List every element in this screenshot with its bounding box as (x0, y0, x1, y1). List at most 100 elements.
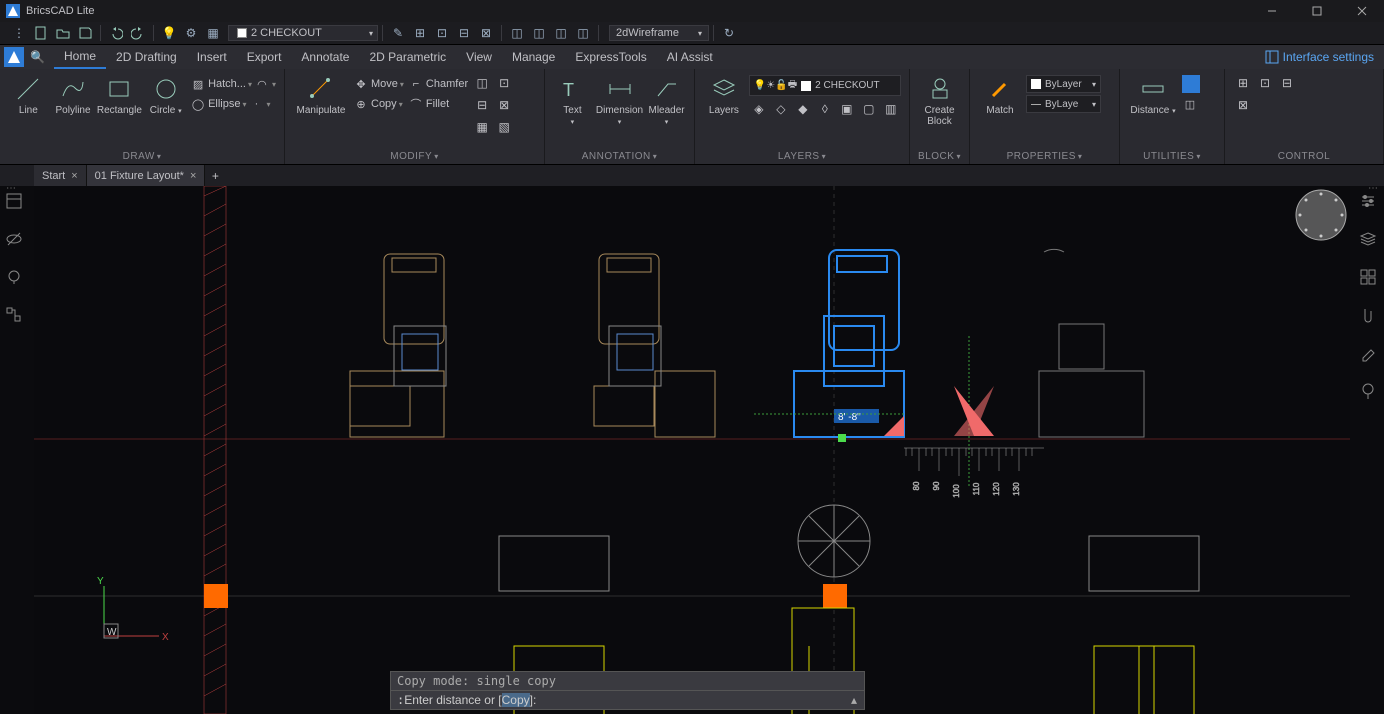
layer-tool-6[interactable]: ▢ (859, 100, 879, 118)
menu-home[interactable]: Home (54, 45, 106, 69)
window-minimize-button[interactable] (1249, 0, 1294, 22)
menu-2d-parametric[interactable]: 2D Parametric (359, 46, 456, 68)
linetype-dropdown[interactable]: ByLaye▾ (1026, 95, 1101, 113)
tab-fixture-layout[interactable]: 01 Fixture Layout*× (87, 165, 206, 186)
cube4-icon[interactable]: ◫ (574, 24, 592, 42)
layer-current-dropdown[interactable]: 💡 ☀ 🔓 🖶 2 CHECKOUT (749, 75, 901, 96)
rectangle-button[interactable]: Rectangle (97, 73, 141, 116)
search-icon[interactable]: 🔍 (30, 50, 54, 64)
match-button[interactable]: Match (978, 73, 1022, 116)
hatch-button[interactable]: ▨Hatch... ▾ ◠▾ (190, 75, 276, 93)
create-block-button[interactable]: Create Block (918, 73, 961, 127)
color-dropdown[interactable]: ByLayer▾ (1026, 75, 1101, 93)
close-icon[interactable]: × (71, 170, 77, 182)
interface-settings-button[interactable]: Interface settings (1265, 50, 1384, 64)
ctrl-1[interactable]: ⊞ (1233, 73, 1253, 93)
command-input[interactable]: :Enter distance or [Copy]: (391, 691, 844, 709)
layer-tool-4[interactable]: ◊ (815, 100, 835, 118)
tool4-icon[interactable]: ⊟ (455, 24, 473, 42)
mod-tool-6[interactable]: ▧ (494, 117, 514, 137)
redo-icon[interactable] (129, 24, 147, 42)
mod-tool-1[interactable]: ◫ (472, 73, 492, 93)
open-icon[interactable] (54, 24, 72, 42)
bulb-icon[interactable]: 💡 (160, 24, 178, 42)
tool3-icon[interactable]: ⊡ (433, 24, 451, 42)
mod-tool-3[interactable]: ⊟ (472, 95, 492, 115)
layer-tool-2[interactable]: ◇ (771, 100, 791, 118)
visual-style-dropdown[interactable]: 2dWireframe ▾ (609, 25, 709, 41)
ctrl-2[interactable]: ⊡ (1255, 73, 1275, 93)
mod-tool-5[interactable]: ▦ (472, 117, 492, 137)
cube1-icon[interactable]: ◫ (508, 24, 526, 42)
ctrl-3[interactable]: ⊟ (1277, 73, 1297, 93)
sliders-icon[interactable] (1359, 192, 1379, 212)
text-button[interactable]: TText▾ (553, 73, 592, 128)
grid-icon[interactable] (1359, 268, 1379, 288)
visibility-icon[interactable] (5, 230, 25, 250)
save-icon[interactable] (76, 24, 94, 42)
dimension-button[interactable]: Dimension▾ (596, 73, 643, 128)
app-menu-button[interactable] (4, 47, 24, 67)
cube2-icon[interactable]: ◫ (530, 24, 548, 42)
print-icon: 🖶 (788, 77, 797, 94)
mleader-button[interactable]: Mleader▾ (647, 73, 686, 128)
gear-icon[interactable]: ⚙ (182, 24, 200, 42)
window-close-button[interactable] (1339, 0, 1384, 22)
svg-text:Y: Y (97, 576, 104, 587)
fillet-button[interactable]: ⌒Fillet (408, 95, 468, 113)
util-1[interactable] (1182, 75, 1200, 93)
command-line[interactable]: Copy mode: single copy :Enter distance o… (390, 671, 865, 710)
bulb-icon[interactable] (5, 268, 25, 288)
menu-insert[interactable]: Insert (187, 46, 237, 68)
chamfer-button[interactable]: ⌐Chamfer (408, 75, 468, 93)
layer-tool-1[interactable]: ◈ (749, 100, 769, 118)
util-2[interactable]: ◫ (1182, 95, 1200, 113)
layer-tool-5[interactable]: ▣ (837, 100, 857, 118)
cube3-icon[interactable]: ◫ (552, 24, 570, 42)
menu-expresstools[interactable]: ExpressTools (565, 46, 656, 68)
svg-text:120: 120 (992, 482, 1001, 496)
window-maximize-button[interactable] (1294, 0, 1339, 22)
qat-layer-dropdown[interactable]: 2 CHECKOUT ▾ (228, 25, 378, 41)
menu-export[interactable]: Export (237, 46, 292, 68)
undo-icon[interactable] (107, 24, 125, 42)
menu-icon[interactable]: ▦ (204, 24, 222, 42)
layer-tool-7[interactable]: ▥ (881, 100, 901, 118)
drag-handle-icon[interactable]: ⋮ (10, 24, 28, 42)
new-tab-button[interactable]: + (205, 165, 225, 186)
clip-icon[interactable] (1359, 306, 1379, 326)
ctrl-4[interactable]: ⊠ (1233, 95, 1253, 115)
sheet-icon[interactable] (5, 192, 25, 212)
menu-ai-assist[interactable]: AI Assist (657, 46, 723, 68)
copy-button[interactable]: ⊕Copy▾ (353, 95, 404, 113)
tool5-icon[interactable]: ⊠ (477, 24, 495, 42)
menu-view[interactable]: View (456, 46, 502, 68)
command-expand-icon[interactable]: ▴ (844, 693, 864, 707)
tool2-icon[interactable]: ⊞ (411, 24, 429, 42)
refresh-icon[interactable]: ↻ (720, 24, 738, 42)
circle-button[interactable]: Circle ▾ (145, 73, 186, 117)
drawing-canvas[interactable]: 8' -8" 80 90 100 110 120 130 (34, 186, 1350, 714)
ellipse-button[interactable]: ◯Ellipse ▾ ·▾ (190, 95, 276, 113)
lookfrom-widget[interactable] (1294, 188, 1348, 242)
new-icon[interactable] (32, 24, 50, 42)
line-button[interactable]: Line (8, 73, 49, 116)
layers-icon[interactable] (1359, 230, 1379, 250)
close-icon[interactable]: × (190, 170, 196, 182)
menu-manage[interactable]: Manage (502, 46, 565, 68)
menu-annotate[interactable]: Annotate (291, 46, 359, 68)
erase-icon[interactable] (1359, 344, 1379, 364)
tab-start[interactable]: Start× (34, 165, 87, 186)
layers-button[interactable]: Layers (703, 73, 745, 116)
distance-button[interactable]: Distance ▾ (1128, 73, 1178, 117)
manipulate-button[interactable]: Manipulate (293, 73, 349, 116)
tree-icon[interactable] (5, 306, 25, 326)
menu-2d-drafting[interactable]: 2D Drafting (106, 46, 187, 68)
mod-tool-4[interactable]: ⊠ (494, 95, 514, 115)
balloon-icon[interactable] (1359, 382, 1379, 402)
move-button[interactable]: ✥Move▾ (353, 75, 404, 93)
layer-tool-3[interactable]: ◆ (793, 100, 813, 118)
mod-tool-2[interactable]: ⊡ (494, 73, 514, 93)
polyline-button[interactable]: Polyline (53, 73, 94, 116)
tool-icon[interactable]: ✎ (389, 24, 407, 42)
